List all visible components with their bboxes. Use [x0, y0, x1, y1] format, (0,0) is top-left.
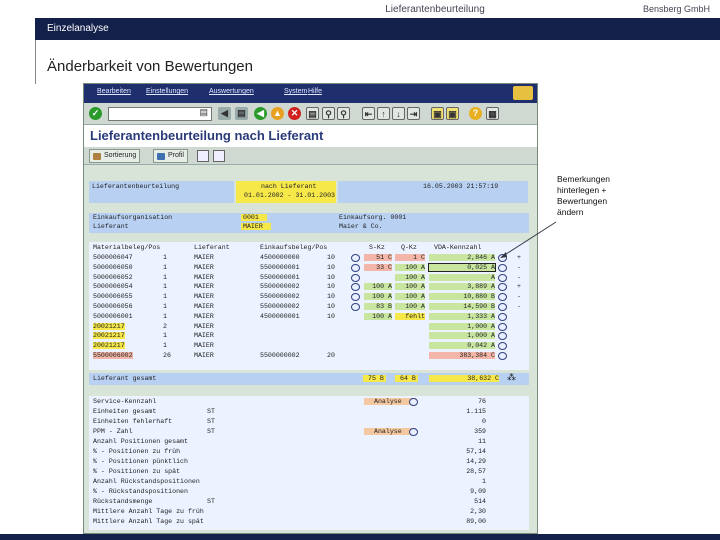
- annotation-arrow: [500, 221, 557, 258]
- arrow-head-icon: [500, 252, 507, 258]
- bottom-bar: [0, 534, 720, 540]
- arrow-line: [502, 221, 557, 257]
